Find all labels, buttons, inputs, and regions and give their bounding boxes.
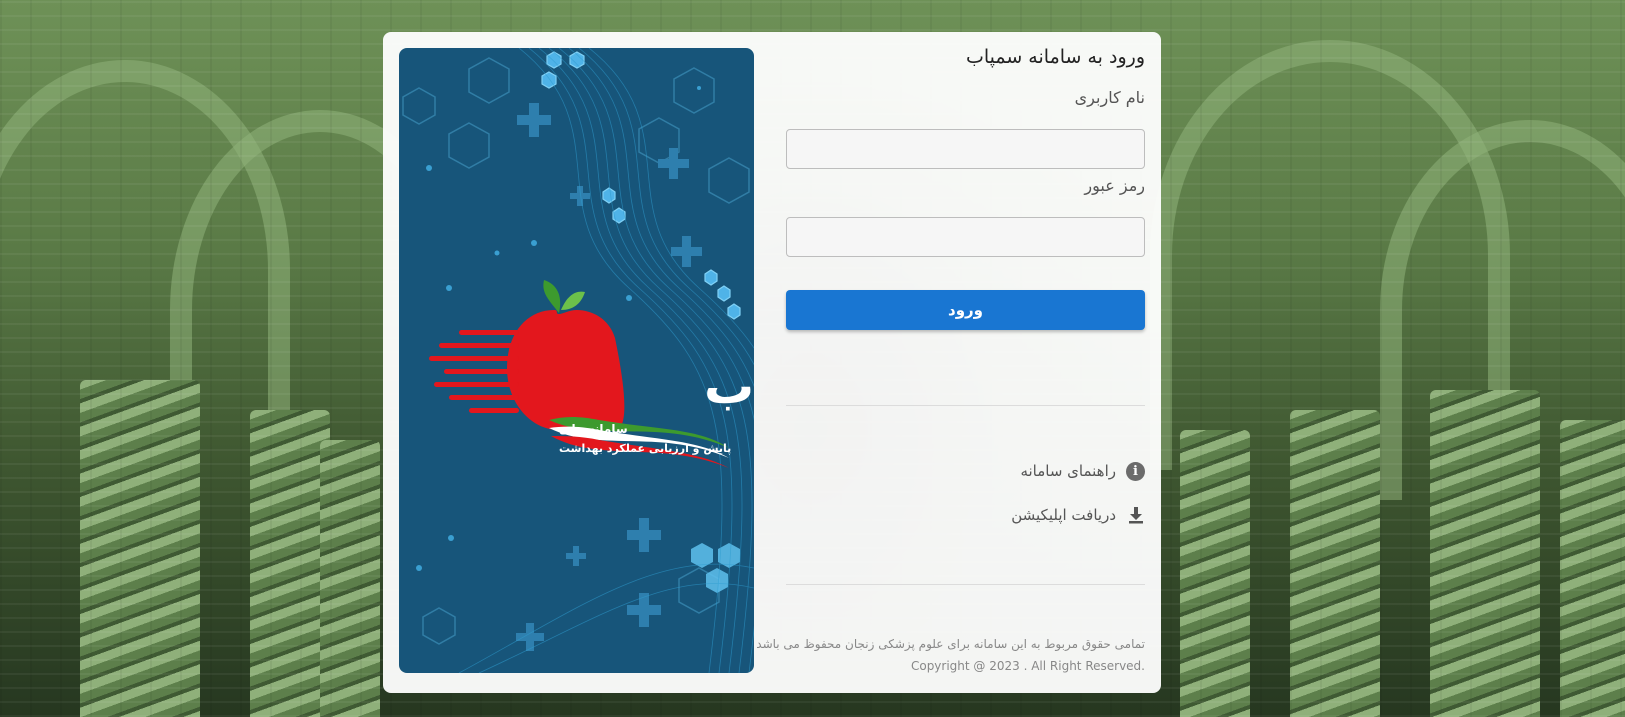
download-icon bbox=[1126, 506, 1145, 525]
download-app-label: دریافت اپلیکیشن bbox=[1011, 506, 1116, 524]
footer-copyright: Copyright @ 2023 . All Right Reserved. bbox=[910, 659, 1145, 673]
divider-bottom bbox=[786, 584, 1145, 585]
login-button[interactable]: ورود bbox=[786, 290, 1145, 330]
login-card: سمپاب سامانه ملی پایش و ارزیابی عملکرد ب… bbox=[383, 32, 1161, 693]
password-label: رمز عبور bbox=[1084, 176, 1145, 195]
password-input[interactable] bbox=[786, 217, 1145, 257]
download-app-link[interactable]: دریافت اپلیکیشن bbox=[1011, 503, 1145, 527]
footer-rights: تمامی حقوق مربوط به این سامانه برای علوم… bbox=[756, 637, 1145, 651]
system-guide-label: راهنمای سامانه bbox=[1020, 462, 1116, 480]
logo-wordmark: سمپاب bbox=[704, 357, 754, 415]
divider-top bbox=[786, 405, 1145, 406]
brand-panel: سمپاب سامانه ملی پایش و ارزیابی عملکرد ب… bbox=[399, 48, 754, 673]
system-guide-link[interactable]: i راهنمای سامانه bbox=[1020, 459, 1145, 483]
username-input[interactable] bbox=[786, 129, 1145, 169]
logo-tagline-line1: سامانه ملی bbox=[559, 422, 628, 436]
username-label: نام کاربری bbox=[1074, 88, 1145, 107]
sampab-logo bbox=[429, 280, 729, 468]
brand-illustration: سمپاب سامانه ملی پایش و ارزیابی عملکرد ب… bbox=[402, 48, 754, 673]
login-form: ورود به سامانه سمپاب نام کاربری رمز عبور… bbox=[756, 32, 1145, 693]
form-title: ورود به سامانه سمپاب bbox=[965, 46, 1145, 68]
info-icon: i bbox=[1126, 461, 1145, 481]
logo-tagline-line2: پایش و ارزیابی عملکرد بهداشت bbox=[559, 442, 731, 455]
